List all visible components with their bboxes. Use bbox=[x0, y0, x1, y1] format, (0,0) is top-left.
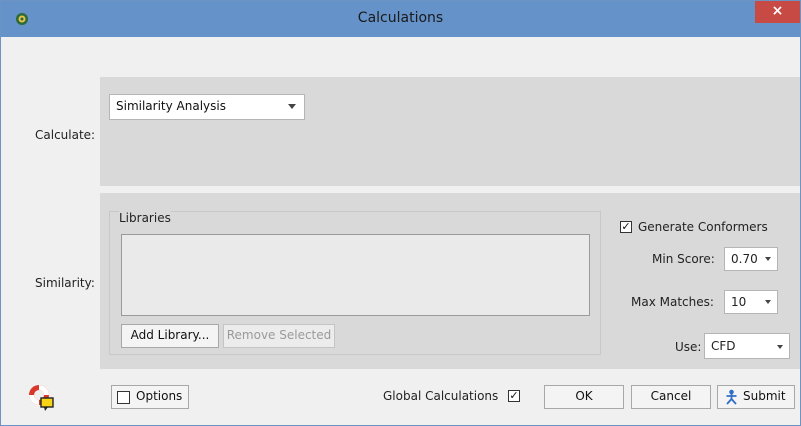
calculation-type-value: Similarity Analysis bbox=[116, 99, 226, 113]
max-matches-value: 10 bbox=[731, 295, 747, 309]
similarity-panel: Libraries Add Library... Remove Selected… bbox=[100, 193, 800, 369]
calculations-dialog: Calculations × Calculate: Similarity Ana… bbox=[0, 0, 801, 426]
min-score-value: 0.70 bbox=[731, 252, 758, 266]
max-matches-label: Max Matches: bbox=[631, 295, 714, 309]
libraries-title: Libraries bbox=[119, 211, 171, 225]
chevron-down-icon bbox=[777, 345, 783, 349]
max-matches-select[interactable]: 10 bbox=[724, 290, 778, 314]
chevron-down-icon bbox=[765, 257, 771, 261]
generate-conformers-label: Generate Conformers bbox=[638, 220, 768, 234]
chevron-down-icon bbox=[765, 300, 771, 304]
options-checkbox-icon bbox=[117, 391, 130, 404]
window-title: Calculations bbox=[357, 10, 444, 26]
global-calculations-label: Global Calculations bbox=[383, 389, 499, 403]
calculate-label: Calculate: bbox=[35, 128, 96, 142]
calculate-panel: Similarity Analysis bbox=[100, 77, 800, 186]
lifebuoy-help-icon[interactable] bbox=[27, 382, 55, 412]
libraries-list[interactable] bbox=[121, 234, 590, 316]
use-label: Use: bbox=[675, 340, 702, 354]
generate-conformers-checkbox[interactable]: ✓ bbox=[620, 221, 632, 233]
global-calculations-checkbox[interactable]: ✓ bbox=[508, 390, 520, 402]
use-select[interactable]: CFD bbox=[704, 333, 790, 359]
remove-selected-button[interactable]: Remove Selected bbox=[223, 324, 335, 348]
options-label: Options bbox=[136, 389, 183, 403]
cancel-button[interactable]: Cancel bbox=[631, 385, 711, 409]
similarity-label: Similarity: bbox=[35, 276, 95, 290]
submit-icon bbox=[726, 389, 737, 405]
add-library-button[interactable]: Add Library... bbox=[121, 324, 219, 348]
submit-label: Submit bbox=[743, 389, 786, 403]
title-bar: Calculations × bbox=[1, 1, 800, 37]
chevron-down-icon bbox=[288, 104, 296, 109]
ok-button[interactable]: OK bbox=[544, 385, 624, 409]
calculation-type-select[interactable]: Similarity Analysis bbox=[109, 94, 305, 120]
libraries-group: Libraries Add Library... Remove Selected bbox=[109, 211, 601, 355]
use-value: CFD bbox=[711, 339, 736, 353]
min-score-label: Min Score: bbox=[652, 252, 715, 266]
close-button[interactable]: × bbox=[755, 1, 800, 23]
min-score-select[interactable]: 0.70 bbox=[724, 247, 778, 271]
